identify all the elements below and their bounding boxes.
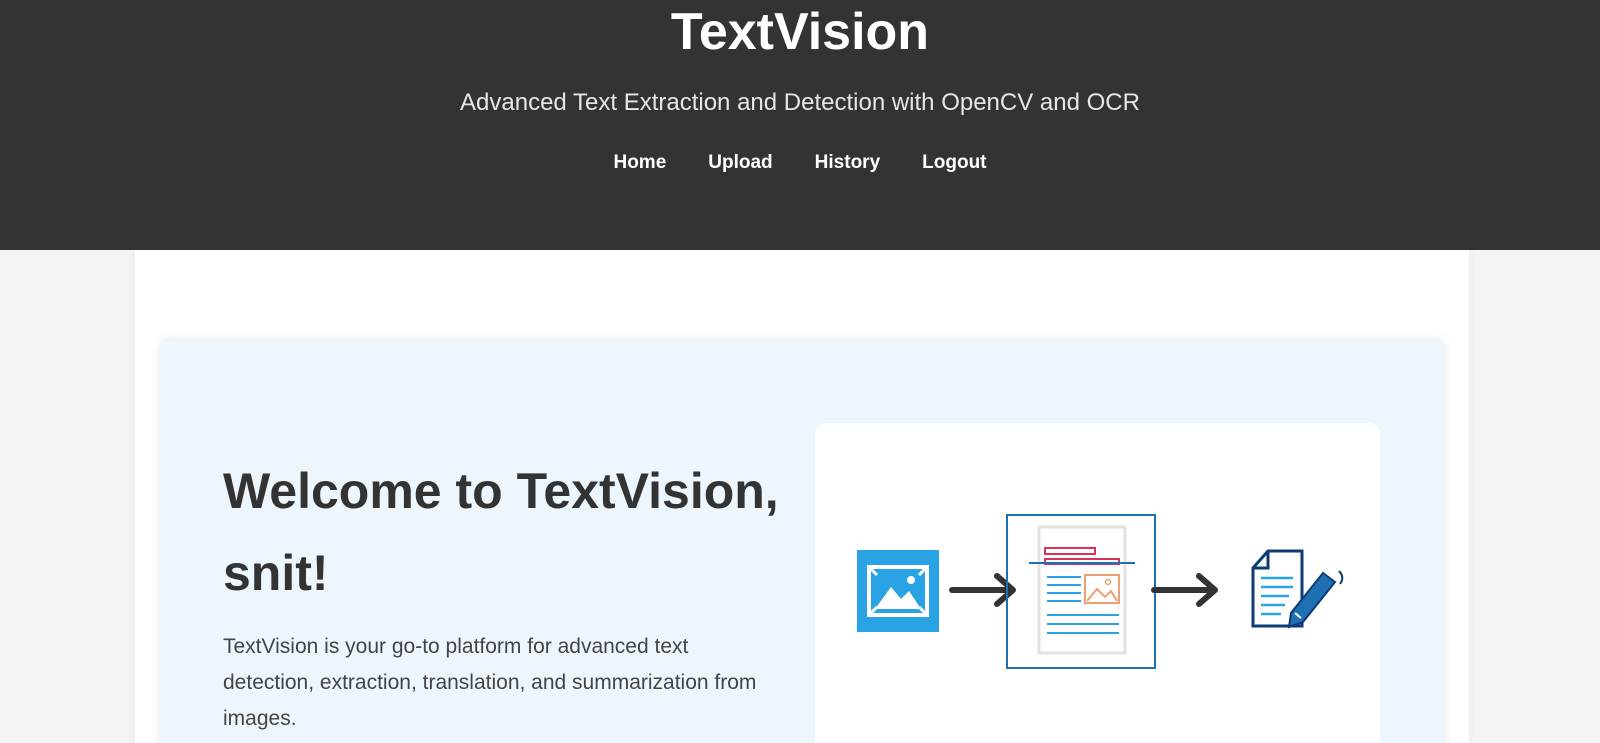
site-header: TextVision Advanced Text Extraction and …	[0, 0, 1600, 250]
nav-upload-link[interactable]: Upload	[708, 150, 772, 176]
nav-logout-link[interactable]: Logout	[922, 150, 986, 176]
hero-title-line2: snit!	[223, 545, 329, 601]
hero-title: Welcome to TextVision, snit!	[223, 450, 783, 614]
site-tagline: Advanced Text Extraction and Detection w…	[460, 89, 1140, 116]
hero-section: Welcome to TextVision, snit! TextVision …	[159, 338, 1445, 743]
image-icon	[857, 550, 939, 632]
ocr-process-illustration	[857, 514, 1344, 669]
document-scan-icon	[1006, 514, 1156, 669]
hero-illustration	[815, 423, 1380, 743]
hero-description: TextVision is your go-to platform for ad…	[223, 635, 757, 730]
arrow-right-icon	[949, 573, 1016, 607]
document-edit-icon	[1251, 549, 1344, 629]
main-nav: Home Upload History Logout	[0, 150, 1600, 176]
hero-title-line1: Welcome to TextVision,	[223, 463, 779, 519]
nav-home-link[interactable]: Home	[613, 150, 666, 176]
arrow-right-icon	[1151, 573, 1218, 607]
site-title: TextVision	[670, 3, 930, 61]
content-card: Welcome to TextVision, snit! TextVision …	[135, 250, 1469, 743]
nav-history-link[interactable]: History	[815, 150, 880, 176]
